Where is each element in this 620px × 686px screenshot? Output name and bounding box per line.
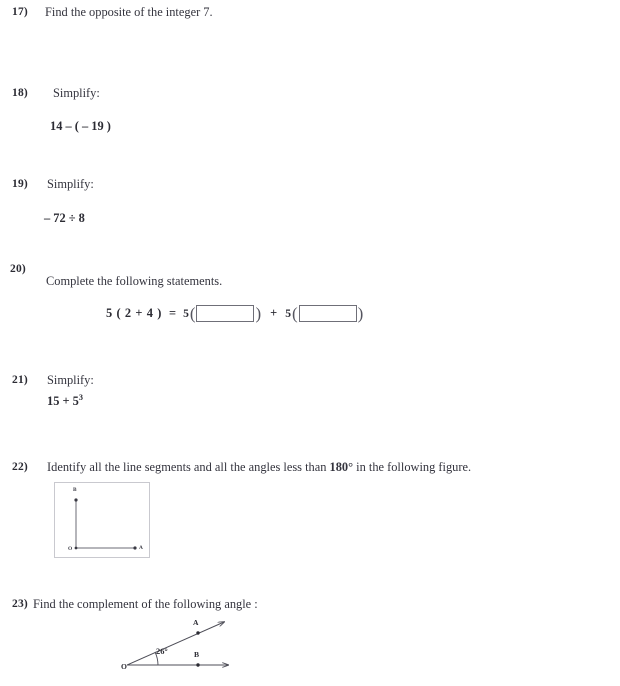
problem-18-expression: 14 – ( – 19 ) — [50, 119, 111, 133]
problem-22-text-bold: 180° — [329, 460, 354, 474]
worksheet-page: 17) Find the opposite of the integer 7. … — [0, 0, 620, 686]
angle-measure-value: 26° — [156, 647, 168, 656]
ray-oa-line — [126, 622, 224, 666]
problem-22-figure-box: B O A — [54, 482, 150, 558]
problem-18-text: Simplify: — [53, 86, 100, 100]
problem-21-exponent: 3 — [78, 393, 83, 402]
problem-22-text-before: Identify all the line segments and all t… — [47, 460, 330, 474]
point-o-dot — [74, 546, 78, 550]
figure-label-o: O — [68, 546, 73, 552]
problem-23-angle-figure: A B O 26° — [112, 612, 240, 681]
close-paren-first: ) — [255, 304, 262, 323]
problem-18-number: 18) — [12, 87, 28, 99]
problem-21-expression: 15 + 53 — [47, 393, 83, 409]
angle-label-a: A — [193, 618, 199, 627]
plus-operator: + — [270, 306, 278, 320]
problem-22-number: 22) — [12, 461, 28, 473]
problem-20-equation: 5 ( 2 + 4 ) = 5 ( ) + 5 ( ) — [106, 305, 364, 322]
problem-21-text: Simplify: — [47, 373, 94, 387]
problem-22-text-after: in the following figure. — [353, 460, 472, 474]
problem-19-expression: – 72 ÷ 8 — [44, 211, 85, 225]
answer-box-second[interactable] — [298, 305, 357, 322]
problem-21-number: 21) — [12, 374, 28, 386]
problem-23-number: 23) — [12, 598, 28, 610]
problem-21-expression-base: 15 + 5 — [47, 394, 79, 409]
open-paren-second: ( — [291, 304, 298, 323]
close-paren-second: ) — [357, 304, 364, 323]
problem-17-text: Find the opposite of the integer 7. — [45, 5, 213, 19]
problem-20-number: 20) — [10, 263, 26, 275]
problem-20-text: Complete the following statements. — [46, 274, 223, 288]
problem-19-text: Simplify: — [47, 177, 94, 191]
problem-17-number: 17) — [12, 6, 28, 18]
figure-label-b: B — [73, 487, 77, 493]
coefficient-first: 5 — [183, 307, 189, 320]
equation-left-side: 5 ( 2 + 4 ) — [106, 306, 162, 320]
point-b-dot — [74, 498, 78, 502]
problem-22-text: Identify all the line segments and all t… — [47, 460, 471, 475]
problem-23-text: Find the complement of the following ang… — [33, 597, 258, 611]
open-paren-first: ( — [189, 304, 196, 323]
figure-label-a: A — [139, 545, 143, 551]
equals-sign: = — [169, 306, 177, 320]
coefficient-second: 5 — [285, 307, 291, 320]
answer-box-first[interactable] — [196, 305, 255, 322]
point-a-dot — [133, 546, 137, 550]
point-a-dot — [196, 631, 200, 635]
angle-label-b: B — [194, 650, 200, 659]
problem-19-number: 19) — [12, 178, 28, 190]
acute-angle-figure-svg — [126, 612, 240, 676]
angle-label-o: O — [121, 662, 127, 671]
point-b-dot — [196, 663, 200, 667]
